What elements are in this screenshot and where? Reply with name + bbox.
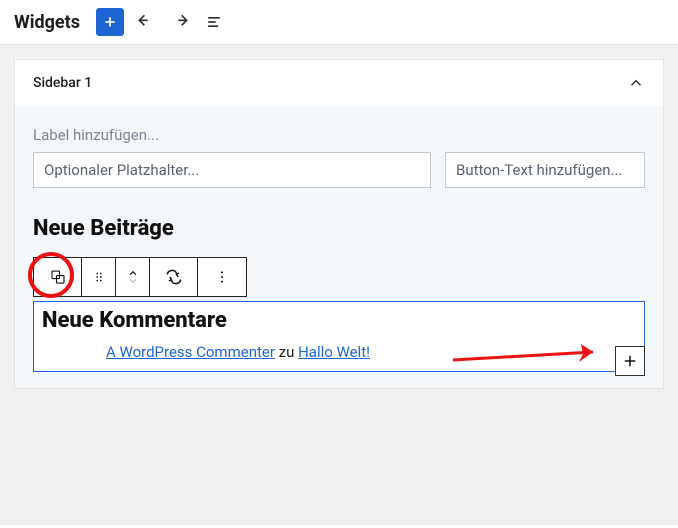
recent-comments-block[interactable]: Neue Kommentare A WordPress Commenter zu…	[33, 301, 645, 372]
block-toolbar	[33, 257, 247, 297]
undo-icon	[136, 12, 156, 32]
drag-icon	[92, 270, 106, 284]
widget-area-title: Sidebar 1	[33, 75, 92, 91]
comment-post-link[interactable]: Hallo Welt!	[298, 343, 370, 361]
plus-icon	[621, 352, 639, 370]
comment-author-link[interactable]: A WordPress Commenter	[106, 343, 275, 361]
comment-list-item: A WordPress Commenter zu Hallo Welt!	[42, 343, 636, 361]
editor-canvas: Sidebar 1 Label hinzufügen... Optionaler…	[0, 45, 678, 525]
editor-topbar: Widgets	[0, 0, 678, 45]
chevron-up-icon	[627, 74, 645, 92]
widget-area-header[interactable]: Sidebar 1	[15, 60, 663, 106]
placeholder-input[interactable]: Optionaler Platzhalter...	[33, 152, 431, 188]
move-icon	[126, 268, 140, 286]
undo-button[interactable]	[134, 10, 158, 34]
block-more-options-button[interactable]	[198, 258, 246, 296]
group-icon	[49, 268, 67, 286]
widget-area-body: Label hinzufügen... Optionaler Platzhalt…	[15, 106, 663, 388]
transform-block-button[interactable]	[150, 258, 198, 296]
group-block-button[interactable]	[34, 258, 82, 296]
search-widget-row: Optionaler Platzhalter... Button-Text hi…	[33, 152, 645, 188]
recent-comments-heading[interactable]: Neue Kommentare	[42, 308, 636, 333]
redo-icon	[170, 12, 190, 32]
comment-on-text: zu	[275, 343, 298, 361]
page-title: Widgets	[14, 12, 80, 33]
list-view-button[interactable]	[202, 10, 226, 34]
more-vertical-icon	[214, 269, 230, 285]
widget-area-panel: Sidebar 1 Label hinzufügen... Optionaler…	[14, 59, 664, 389]
button-text-input[interactable]: Button-Text hinzufügen...	[445, 152, 645, 188]
transform-icon	[164, 267, 184, 287]
drag-handle[interactable]	[82, 258, 116, 296]
area-add-block-button[interactable]	[615, 346, 645, 376]
add-block-button[interactable]	[96, 8, 124, 36]
plus-icon	[102, 14, 118, 30]
list-icon	[204, 12, 224, 32]
redo-button[interactable]	[168, 10, 192, 34]
move-block-button[interactable]	[116, 258, 150, 296]
recent-posts-heading[interactable]: Neue Beiträge	[33, 216, 645, 241]
label-prompt[interactable]: Label hinzufügen...	[33, 126, 645, 144]
